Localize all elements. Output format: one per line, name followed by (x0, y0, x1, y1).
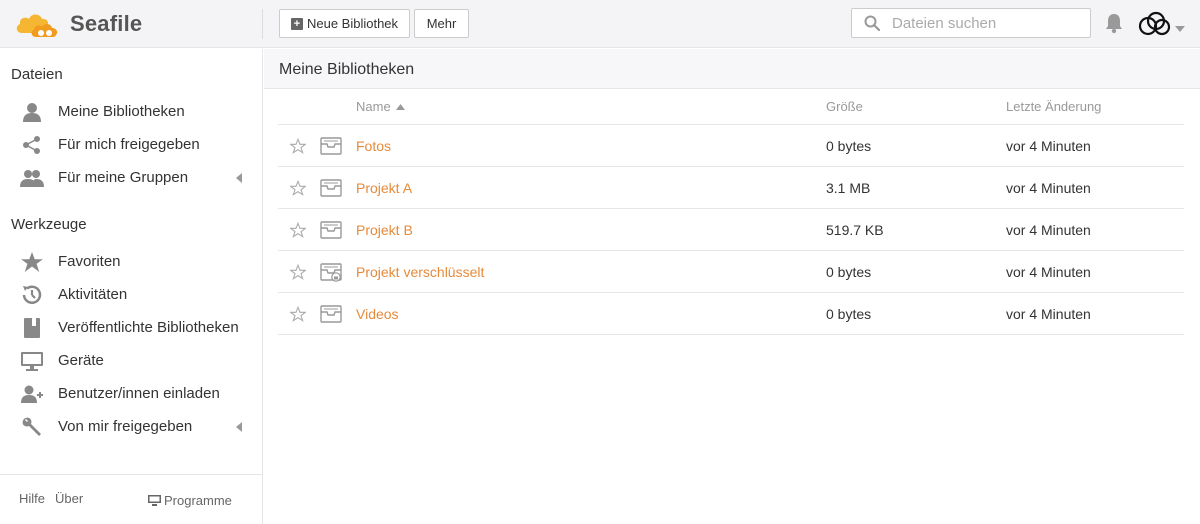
new-library-button[interactable]: + Neue Bibliothek (279, 9, 410, 38)
programs-label: Programme (164, 493, 232, 508)
table-header: Name Größe Letzte Änderung (278, 89, 1184, 125)
sort-ascending-icon (396, 104, 406, 110)
sidebar-item-label: Von mir freigegeben (58, 418, 193, 435)
top-header: Seafile + Neue Bibliothek Mehr (0, 0, 1200, 48)
star-icon[interactable] (289, 179, 307, 196)
sidebar-item-label: Veröffentlichte Bibliotheken (58, 319, 239, 336)
column-name-label: Name (356, 99, 391, 114)
avatar-cloud-icon (1138, 11, 1171, 36)
group-icon (20, 167, 44, 189)
search-input[interactable] (892, 14, 1082, 32)
star-icon[interactable] (289, 137, 307, 154)
library-size: 3.1 MB (826, 180, 871, 196)
library-modified: vor 4 Minuten (1006, 306, 1091, 322)
library-modified: vor 4 Minuten (1006, 222, 1091, 238)
programs-link[interactable]: Programme (148, 493, 232, 508)
library-name-link[interactable]: Projekt A (356, 180, 412, 196)
monitor-icon (20, 350, 44, 372)
sidebar-item-published-libraries[interactable]: Veröffentlichte Bibliotheken (0, 313, 262, 343)
library-name-link[interactable]: Projekt verschlüsselt (356, 264, 484, 280)
page-title: Meine Bibliotheken (279, 61, 415, 78)
column-header-size[interactable]: Größe (826, 99, 863, 114)
notification-bell-icon[interactable] (1104, 12, 1124, 34)
search-box[interactable] (851, 8, 1091, 38)
chevron-left-icon[interactable] (236, 173, 242, 183)
sidebar: Dateien Meine Bibliotheken Für mich frei… (0, 49, 263, 524)
logo-text: Seafile (70, 11, 143, 36)
sidebar-item-favorites[interactable]: Favoriten (0, 247, 262, 277)
plus-icon: + (290, 17, 303, 30)
search-icon (864, 14, 882, 32)
library-name-link[interactable]: Videos (356, 306, 399, 322)
star-icon[interactable] (289, 221, 307, 238)
library-size: 519.7 KB (826, 222, 884, 238)
new-library-label: Neue Bibliothek (306, 16, 399, 31)
library-icon (320, 304, 342, 324)
star-icon[interactable] (289, 263, 307, 280)
main-title-bar: Meine Bibliotheken (264, 49, 1200, 89)
sidebar-item-my-groups[interactable]: Für meine Gruppen (0, 163, 262, 193)
library-size: 0 bytes (826, 138, 872, 154)
table-row[interactable]: Projekt B 519.7 KB vor 4 Minuten (278, 209, 1184, 251)
sidebar-item-devices[interactable]: Geräte (0, 346, 262, 376)
table-row[interactable]: Projekt A 3.1 MB vor 4 Minuten (278, 167, 1184, 209)
library-name-link[interactable]: Projekt B (356, 222, 413, 238)
library-icon (320, 220, 342, 240)
encrypted-library-icon (320, 262, 342, 282)
sidebar-item-shared-by-me[interactable]: Von mir freigegeben (0, 412, 262, 442)
more-button[interactable]: Mehr (414, 9, 469, 38)
column-header-name[interactable]: Name (356, 99, 406, 114)
monitor-icon (148, 495, 161, 506)
library-modified: vor 4 Minuten (1006, 180, 1091, 196)
share-icon (20, 134, 44, 156)
star-icon (20, 251, 44, 273)
sidebar-item-label: Favoriten (58, 253, 121, 270)
library-size: 0 bytes (826, 306, 872, 322)
sidebar-heading-tools: Werkzeuge (11, 216, 87, 233)
column-header-modified[interactable]: Letzte Änderung (1006, 99, 1101, 114)
table-row[interactable]: Videos 0 bytes vor 4 Minuten (278, 293, 1184, 335)
sidebar-item-shared-with-me[interactable]: Für mich freigegeben (0, 130, 262, 160)
library-name-link[interactable]: Fotos (356, 138, 391, 154)
sidebar-item-label: Aktivitäten (58, 286, 128, 303)
cloud-logo-icon (16, 14, 58, 37)
header-divider (262, 9, 263, 39)
seafile-logo[interactable]: Seafile (14, 8, 142, 40)
avatar[interactable] (1138, 10, 1172, 38)
user-icon (20, 101, 44, 123)
sidebar-item-label: Für mich freigegeben (58, 136, 200, 153)
history-icon (20, 284, 44, 306)
sidebar-item-my-libraries[interactable]: Meine Bibliotheken (0, 97, 262, 127)
table-row[interactable]: Fotos 0 bytes vor 4 Minuten (278, 125, 1184, 167)
help-link[interactable]: Hilfe (19, 491, 45, 506)
book-icon (20, 317, 44, 339)
sidebar-item-label: Geräte (58, 352, 104, 369)
library-modified: vor 4 Minuten (1006, 138, 1091, 154)
sidebar-item-label: Benutzer/innen einladen (58, 385, 220, 402)
library-icon (320, 136, 342, 156)
sidebar-heading-files: Dateien (11, 66, 63, 83)
chevron-down-icon[interactable] (1175, 19, 1185, 37)
chevron-left-icon[interactable] (236, 422, 242, 432)
table-row[interactable]: Projekt verschlüsselt 0 bytes vor 4 Minute… (278, 251, 1184, 293)
library-icon (320, 178, 342, 198)
about-link[interactable]: Über (55, 491, 83, 506)
sidebar-item-label: Meine Bibliotheken (58, 103, 185, 120)
sidebar-item-activities[interactable]: Aktivitäten (0, 280, 262, 310)
sidebar-item-invite-users[interactable]: Benutzer/innen einladen (0, 379, 262, 409)
library-modified: vor 4 Minuten (1006, 264, 1091, 280)
sidebar-footer: Hilfe Über Programme (0, 474, 262, 524)
sidebar-item-label: Für meine Gruppen (58, 169, 189, 186)
wrench-icon (20, 416, 44, 438)
user-plus-icon (20, 383, 44, 405)
library-size: 0 bytes (826, 264, 872, 280)
star-icon[interactable] (289, 305, 307, 322)
